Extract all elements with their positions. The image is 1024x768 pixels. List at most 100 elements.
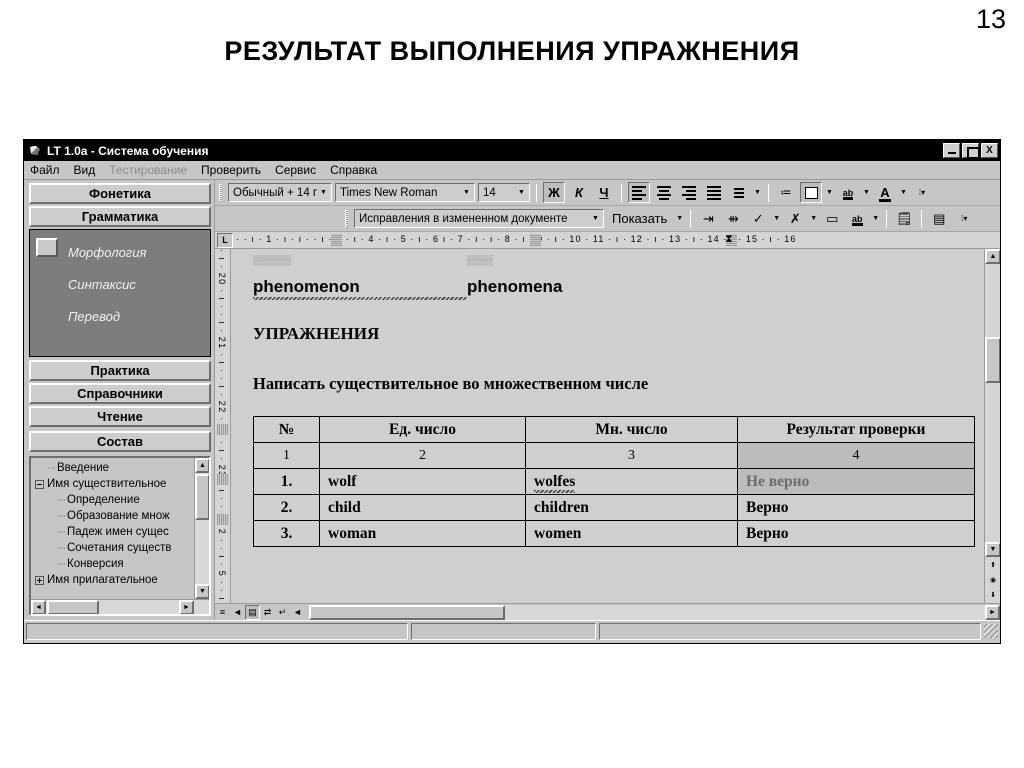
nav-button-phonetics[interactable]: Фонетика [29,183,211,204]
scroll-right-icon[interactable]: ► [179,600,194,614]
track-changes-button[interactable]: 🗒 [893,208,915,229]
bold-button[interactable]: Ж [543,182,565,203]
chevron-down-icon[interactable]: ▼ [809,215,818,222]
contents-tree[interactable]: ··· Введение Имя существительное ··· Опр… [29,456,211,616]
scroll-left-icon[interactable]: ◄ [31,600,46,614]
align-right-button[interactable] [678,182,700,203]
chevron-down-icon[interactable]: ▼ [675,215,684,222]
style-combo[interactable]: Обычный + 14 п ▼ [228,183,332,202]
line-spacing-button[interactable] [728,182,750,203]
underline-button[interactable]: Ч [593,182,615,203]
scroll-down-icon[interactable]: ▼ [985,542,1000,557]
chevron-down-icon[interactable]: ▼ [899,189,908,196]
horizontal-ruler[interactable]: L · · ı · 1 · ı · ı · · ı · 3 · ı · 4 · … [215,232,1000,249]
scroll-up-icon[interactable]: ▲ [985,249,1000,264]
tree-item-introduction[interactable]: ··· Введение [33,460,194,476]
tab-stop-marker[interactable] [331,233,342,246]
subitem-translation[interactable]: Перевод [34,300,210,332]
accept-change-button[interactable]: ✓ [747,208,769,229]
chevron-down-icon[interactable]: ▼ [772,215,781,222]
indent-marker-icon[interactable]: ⧗ [725,233,733,246]
scroll-up-icon[interactable]: ▲ [195,458,209,473]
menu-item-check[interactable]: Проверить [201,163,261,177]
document-page[interactable]: ▒▒▒▒▒▒ ▒▒▒▒ phenomenon phenomena УПРАЖНЕ… [231,249,984,603]
align-justify-button[interactable] [703,182,725,203]
morphology-checkbox[interactable] [36,238,58,257]
chevron-down-icon[interactable]: ▼ [317,189,330,196]
menu-item-service[interactable]: Сервис [275,163,316,177]
nav-button-practice[interactable]: Практика [29,360,211,381]
tree-item-plural-formation[interactable]: ··· Образование множ [33,508,194,524]
menu-item-file[interactable]: Файл [30,163,60,177]
tree-horizontal-scrollbar[interactable]: ◄ ► [31,599,209,614]
next-change-button[interactable]: ⇻ [722,208,744,229]
nav-button-grammar[interactable]: Грамматика [29,206,211,227]
nav-button-reading[interactable]: Чтение [29,406,211,427]
outline-view-button[interactable]: ⇄ [260,605,275,620]
scroll-right-icon[interactable]: ► [985,604,1000,620]
tree-item-adjective[interactable]: Имя прилагательное [33,572,194,588]
highlight-button[interactable]: ab [837,182,859,203]
tree-item-noun-combinations[interactable]: ··· Сочетания существ [33,540,194,556]
align-center-button[interactable] [653,182,675,203]
scroll-left-button[interactable]: ◄ [290,605,305,620]
vertical-ruler[interactable]: · ı · 20 · ı · · ı · 21 · ı · · ı · 22 ·… [215,249,231,603]
close-button[interactable]: X [981,143,998,158]
document-horizontal-scrollbar[interactable]: ► [309,604,1000,620]
review-highlight-button[interactable]: ab [846,208,868,229]
chevron-down-icon[interactable]: ▼ [589,215,602,222]
tree-item-conversion[interactable]: ··· Конверсия [33,556,194,572]
normal-view-button[interactable]: ≡ [215,605,230,620]
reject-change-button[interactable]: ✗ [784,208,806,229]
tree-item-definition[interactable]: ··· Определение [33,492,194,508]
tab-selector-button[interactable]: L [217,232,233,248]
print-layout-view-button[interactable]: ▤ [245,604,260,620]
align-left-button[interactable] [628,182,650,203]
reviewing-pane-button[interactable]: ▤ [928,208,950,229]
row-marker[interactable] [217,514,228,525]
show-menu-button[interactable]: Показать [607,208,672,229]
document-hscroll-thumb[interactable] [309,604,505,620]
chevron-down-icon[interactable]: ▼ [460,189,473,196]
review-display-combo[interactable]: Исправления в измененном документе ▼ [354,209,604,228]
document-vscroll-thumb[interactable] [985,337,1000,383]
font-color-button[interactable]: A [874,182,896,203]
font-combo[interactable]: Times New Roman ▼ [335,183,475,202]
scroll-down-icon[interactable]: ▼ [195,584,209,599]
tab-stop-marker[interactable] [530,233,541,246]
previous-page-icon[interactable]: ⬆ [985,557,1000,572]
toolbar-overflow-button[interactable]: ⁞▾ [953,208,975,229]
toolbar-overflow-button[interactable]: ⁞▾ [911,182,933,203]
italic-button[interactable]: К [568,182,590,203]
chevron-down-icon[interactable]: ▼ [871,215,880,222]
toolbar-grip[interactable] [219,183,222,202]
new-comment-button[interactable]: ▭ [821,208,843,229]
resize-grip-icon[interactable] [984,624,998,638]
minimize-button[interactable] [943,143,960,158]
web-layout-view-button[interactable]: ◄ [230,605,245,620]
nav-button-composition[interactable]: Состав [29,431,211,452]
row-marker[interactable] [217,424,228,435]
next-page-icon[interactable]: ⬇ [985,587,1000,602]
chevron-down-icon[interactable]: ▼ [825,189,834,196]
numbering-button[interactable]: ≔ [775,182,797,203]
tree-item-noun[interactable]: Имя существительное [33,476,194,492]
tree-hscroll-thumb[interactable] [47,600,99,614]
menu-item-help[interactable]: Справка [330,163,377,177]
subitem-morphology[interactable]: Морфология [34,236,210,268]
menu-item-view[interactable]: Вид [74,163,96,177]
document-vertical-scrollbar[interactable]: ▲ ▼ ⬆ ◉ ⬇ [984,249,1000,603]
borders-button[interactable] [800,182,822,203]
tree-vertical-scrollbar[interactable]: ▲ ▼ [194,458,209,599]
select-browse-object-icon[interactable]: ◉ [985,572,1000,587]
chevron-down-icon[interactable]: ▼ [753,189,762,196]
toolbar-grip[interactable] [345,209,348,228]
row-marker[interactable] [217,474,228,485]
subitem-syntax[interactable]: Синтаксис [34,268,210,300]
maximize-button[interactable] [962,143,980,159]
font-size-combo[interactable]: 14 ▼ [478,183,530,202]
tree-vscroll-thumb[interactable] [195,474,209,520]
collapse-icon[interactable] [35,479,44,489]
previous-change-button[interactable]: ⇥ [697,208,719,229]
expand-icon[interactable] [35,575,44,585]
